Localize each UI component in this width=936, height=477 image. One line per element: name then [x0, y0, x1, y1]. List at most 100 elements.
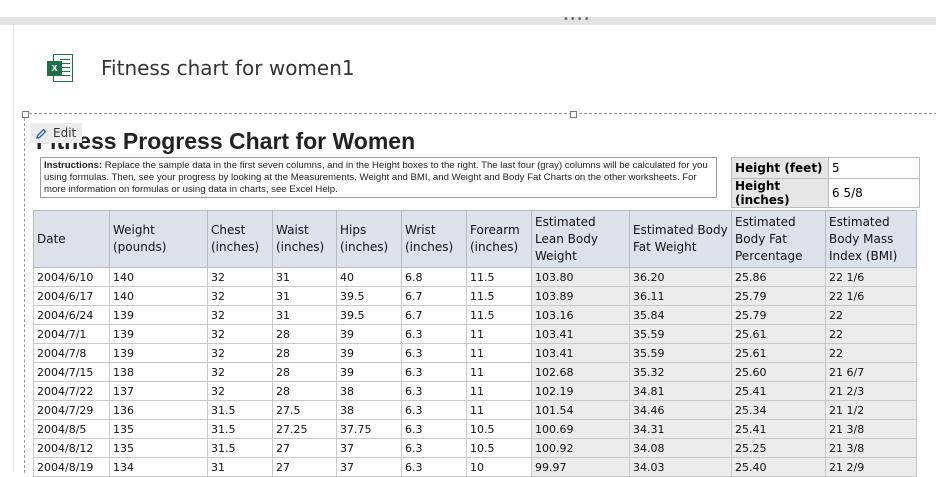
table-cell[interactable]: 11	[466, 381, 532, 401]
table-cell[interactable]: 31	[272, 305, 337, 325]
column-header[interactable]: Hips (inches)	[336, 210, 402, 268]
table-cell[interactable]: 135	[109, 438, 208, 458]
table-cell[interactable]: 103.16	[531, 305, 630, 325]
table-cell[interactable]: 2004/6/24	[33, 305, 110, 325]
table-cell[interactable]: 137	[109, 381, 208, 401]
table-cell[interactable]: 6.3	[401, 400, 467, 420]
table-cell[interactable]: 2004/7/29	[33, 400, 110, 420]
table-cell[interactable]: 27.5	[272, 400, 337, 420]
table-cell[interactable]: 27.25	[272, 419, 337, 439]
table-cell[interactable]: 103.80	[531, 267, 630, 287]
table-cell[interactable]: 21 2/9	[825, 457, 917, 477]
table-cell[interactable]: 11.5	[466, 267, 532, 287]
table-cell[interactable]: 10.5	[466, 419, 532, 439]
selection-handle-top-center[interactable]	[570, 111, 577, 118]
table-cell[interactable]: 32	[207, 381, 273, 401]
table-cell[interactable]: 34.46	[629, 400, 732, 420]
table-cell[interactable]: 32	[207, 324, 273, 344]
table-cell[interactable]: 28	[272, 324, 337, 344]
top-splitter-bar[interactable]	[0, 17, 936, 25]
table-cell[interactable]: 10	[466, 457, 532, 477]
table-cell[interactable]: 35.32	[629, 362, 732, 382]
table-cell[interactable]: 6.3	[401, 457, 467, 477]
table-cell[interactable]: 22	[825, 305, 917, 325]
column-header[interactable]: Estimated Body Fat Weight	[629, 210, 732, 268]
selection-handle-top-left[interactable]	[22, 111, 29, 118]
table-cell[interactable]: 37	[336, 438, 402, 458]
table-cell[interactable]: 32	[207, 286, 273, 306]
table-cell[interactable]: 100.92	[531, 438, 630, 458]
table-cell[interactable]: 21 3/8	[825, 438, 917, 458]
table-cell[interactable]: 34.08	[629, 438, 732, 458]
table-cell[interactable]: 11	[466, 400, 532, 420]
table-cell[interactable]: 31	[207, 457, 273, 477]
edit-button[interactable]: Edit	[30, 123, 82, 143]
table-cell[interactable]: 22	[825, 324, 917, 344]
table-cell[interactable]: 139	[109, 343, 208, 363]
table-cell[interactable]: 22 1/6	[825, 286, 917, 306]
table-cell[interactable]: 139	[109, 305, 208, 325]
table-cell[interactable]: 100.69	[531, 419, 630, 439]
table-cell[interactable]: 32	[207, 343, 273, 363]
table-cell[interactable]: 134	[109, 457, 208, 477]
table-cell[interactable]: 32	[207, 305, 273, 325]
table-cell[interactable]: 102.68	[531, 362, 630, 382]
table-cell[interactable]: 11.5	[466, 286, 532, 306]
table-cell[interactable]: 103.41	[531, 324, 630, 344]
table-cell[interactable]: 6.3	[401, 324, 467, 344]
column-header[interactable]: Forearm (inches)	[466, 210, 532, 268]
table-cell[interactable]: 2004/7/1	[33, 324, 110, 344]
table-cell[interactable]: 103.41	[531, 343, 630, 363]
table-cell[interactable]: 136	[109, 400, 208, 420]
table-cell[interactable]: 27	[272, 438, 337, 458]
table-cell[interactable]: 140	[109, 267, 208, 287]
table-cell[interactable]: 2004/8/12	[33, 438, 110, 458]
column-header[interactable]: Estimated Body Mass Index (BMI)	[825, 210, 917, 268]
table-cell[interactable]: 6.8	[401, 267, 467, 287]
table-cell[interactable]: 31	[272, 267, 337, 287]
column-header[interactable]: Chest (inches)	[207, 210, 273, 268]
column-header[interactable]: Estimated Lean Body Weight	[531, 210, 630, 268]
table-cell[interactable]: 40	[336, 267, 402, 287]
table-cell[interactable]: 39	[336, 343, 402, 363]
table-cell[interactable]: 103.89	[531, 286, 630, 306]
table-cell[interactable]: 6.3	[401, 362, 467, 382]
table-cell[interactable]: 99.97	[531, 457, 630, 477]
table-cell[interactable]: 139	[109, 324, 208, 344]
table-cell[interactable]: 39	[336, 324, 402, 344]
column-header[interactable]: Wrist (inches)	[401, 210, 467, 268]
table-cell[interactable]: 31.5	[207, 419, 273, 439]
table-cell[interactable]: 25.61	[731, 324, 826, 344]
table-cell[interactable]: 22	[825, 343, 917, 363]
table-cell[interactable]: 6.3	[401, 419, 467, 439]
table-cell[interactable]: 31.5	[207, 400, 273, 420]
table-cell[interactable]: 21 6/7	[825, 362, 917, 382]
table-cell[interactable]: 37	[336, 457, 402, 477]
table-cell[interactable]: 6.3	[401, 381, 467, 401]
table-cell[interactable]: 39.5	[336, 286, 402, 306]
table-cell[interactable]: 38	[336, 400, 402, 420]
height-feet-cell[interactable]: 5	[828, 157, 920, 179]
table-cell[interactable]: 25.41	[731, 419, 826, 439]
table-cell[interactable]: 28	[272, 381, 337, 401]
table-cell[interactable]: 25.86	[731, 267, 826, 287]
table-cell[interactable]: 138	[109, 362, 208, 382]
table-cell[interactable]: 39.5	[336, 305, 402, 325]
table-cell[interactable]: 135	[109, 419, 208, 439]
table-cell[interactable]: 11.5	[466, 305, 532, 325]
table-cell[interactable]: 11	[466, 324, 532, 344]
table-cell[interactable]: 25.41	[731, 381, 826, 401]
table-cell[interactable]: 2004/7/22	[33, 381, 110, 401]
table-cell[interactable]: 25.79	[731, 286, 826, 306]
table-cell[interactable]: 6.7	[401, 286, 467, 306]
table-cell[interactable]: 21 1/2	[825, 400, 917, 420]
table-cell[interactable]: 25.34	[731, 400, 826, 420]
table-cell[interactable]: 32	[207, 267, 273, 287]
table-cell[interactable]: 34.31	[629, 419, 732, 439]
table-cell[interactable]: 102.19	[531, 381, 630, 401]
table-cell[interactable]: 35.84	[629, 305, 732, 325]
table-cell[interactable]: 37.75	[336, 419, 402, 439]
table-cell[interactable]: 25.25	[731, 438, 826, 458]
table-cell[interactable]: 36.20	[629, 267, 732, 287]
table-cell[interactable]: 34.81	[629, 381, 732, 401]
